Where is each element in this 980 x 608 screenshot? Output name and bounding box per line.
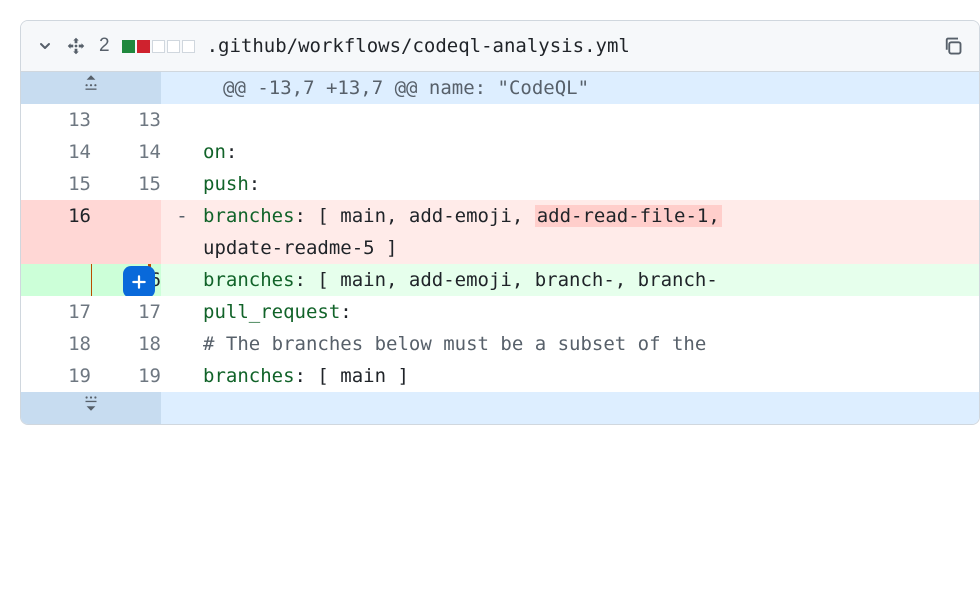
diff-block-neutral bbox=[167, 40, 180, 53]
code-cell: pull_request: bbox=[203, 296, 979, 328]
expand-down-cell[interactable] bbox=[21, 392, 161, 424]
add-comment-button[interactable] bbox=[123, 266, 155, 296]
line-num-new[interactable]: 18 bbox=[91, 328, 161, 360]
hunk-header-row: @@ -13,7 +13,7 @@ name: "CodeQL" bbox=[21, 72, 979, 104]
line-num-new[interactable]: 13 bbox=[91, 104, 161, 136]
code-cell: branches: [ main, add-emoji, add-read-fi… bbox=[203, 200, 979, 232]
plus-icon bbox=[130, 273, 148, 291]
diff-line: 19 19 branches: [ main ] bbox=[21, 360, 979, 392]
line-num-old[interactable] bbox=[21, 264, 91, 296]
diff-block-neutral bbox=[152, 40, 165, 53]
code-cell bbox=[203, 104, 979, 136]
diff-line-added: 16 + branches: [ main, add-emoji, branch… bbox=[21, 264, 979, 296]
diff-line: 17 17 pull_request: bbox=[21, 296, 979, 328]
diff-line-removed-wrap: update-readme-5 ] bbox=[21, 232, 979, 264]
code-cell: branches: [ main, add-emoji, branch-, br… bbox=[203, 264, 979, 296]
line-num-old[interactable]: 14 bbox=[21, 136, 91, 168]
code-cell: branches: [ main ] bbox=[203, 360, 979, 392]
hunk-header: @@ -13,7 +13,7 @@ name: "CodeQL" bbox=[203, 72, 979, 104]
diff-line: 15 15 push: bbox=[21, 168, 979, 200]
add-marker: + bbox=[161, 264, 203, 296]
diff-line: 18 18 # The branches below must be a sub… bbox=[21, 328, 979, 360]
line-num-new[interactable]: 14 bbox=[91, 136, 161, 168]
code-cell: # The branches below must be a subset of… bbox=[203, 328, 979, 360]
change-count: 2 bbox=[99, 35, 110, 57]
code-cell: push: bbox=[203, 168, 979, 200]
code-cell: update-readme-5 ] bbox=[203, 232, 979, 264]
diff-block-removed bbox=[137, 40, 150, 53]
line-num-old[interactable]: 13 bbox=[21, 104, 91, 136]
diff-line: 13 13 bbox=[21, 104, 979, 136]
expand-up-icon bbox=[21, 72, 161, 94]
copy-icon[interactable] bbox=[943, 36, 963, 56]
line-num-new[interactable]: 15 bbox=[91, 168, 161, 200]
expand-down-icon bbox=[21, 392, 161, 414]
line-num-new[interactable] bbox=[91, 200, 161, 232]
expand-up-cell[interactable] bbox=[21, 72, 161, 104]
file-path[interactable]: .github/workflows/codeql-analysis.yml bbox=[207, 35, 931, 57]
diff-line: 14 14 on: bbox=[21, 136, 979, 168]
line-num-old[interactable]: 19 bbox=[21, 360, 91, 392]
expand-down-row bbox=[21, 392, 979, 424]
line-num-old[interactable]: 18 bbox=[21, 328, 91, 360]
expand-file-icon[interactable] bbox=[65, 35, 87, 57]
line-num-new[interactable]: 19 bbox=[91, 360, 161, 392]
line-num-old[interactable]: 15 bbox=[21, 168, 91, 200]
diff-table: @@ -13,7 +13,7 @@ name: "CodeQL" 13 13 1… bbox=[21, 72, 979, 424]
diff-block-neutral bbox=[182, 40, 195, 53]
line-num-old[interactable]: 16 bbox=[21, 200, 91, 232]
diff-file-container: 2 .github/workflows/codeql-analysis.yml bbox=[20, 20, 980, 425]
line-num-old[interactable]: 17 bbox=[21, 296, 91, 328]
diff-line-removed: 16 - branches: [ main, add-emoji, add-re… bbox=[21, 200, 979, 232]
line-num-new[interactable]: 16 bbox=[91, 264, 161, 296]
file-header: 2 .github/workflows/codeql-analysis.yml bbox=[21, 21, 979, 72]
diff-block-added bbox=[122, 40, 135, 53]
line-num-new[interactable]: 17 bbox=[91, 296, 161, 328]
code-cell: on: bbox=[203, 136, 979, 168]
diff-stat bbox=[122, 40, 195, 53]
chevron-down-icon[interactable] bbox=[37, 38, 53, 54]
remove-marker: - bbox=[161, 200, 203, 232]
